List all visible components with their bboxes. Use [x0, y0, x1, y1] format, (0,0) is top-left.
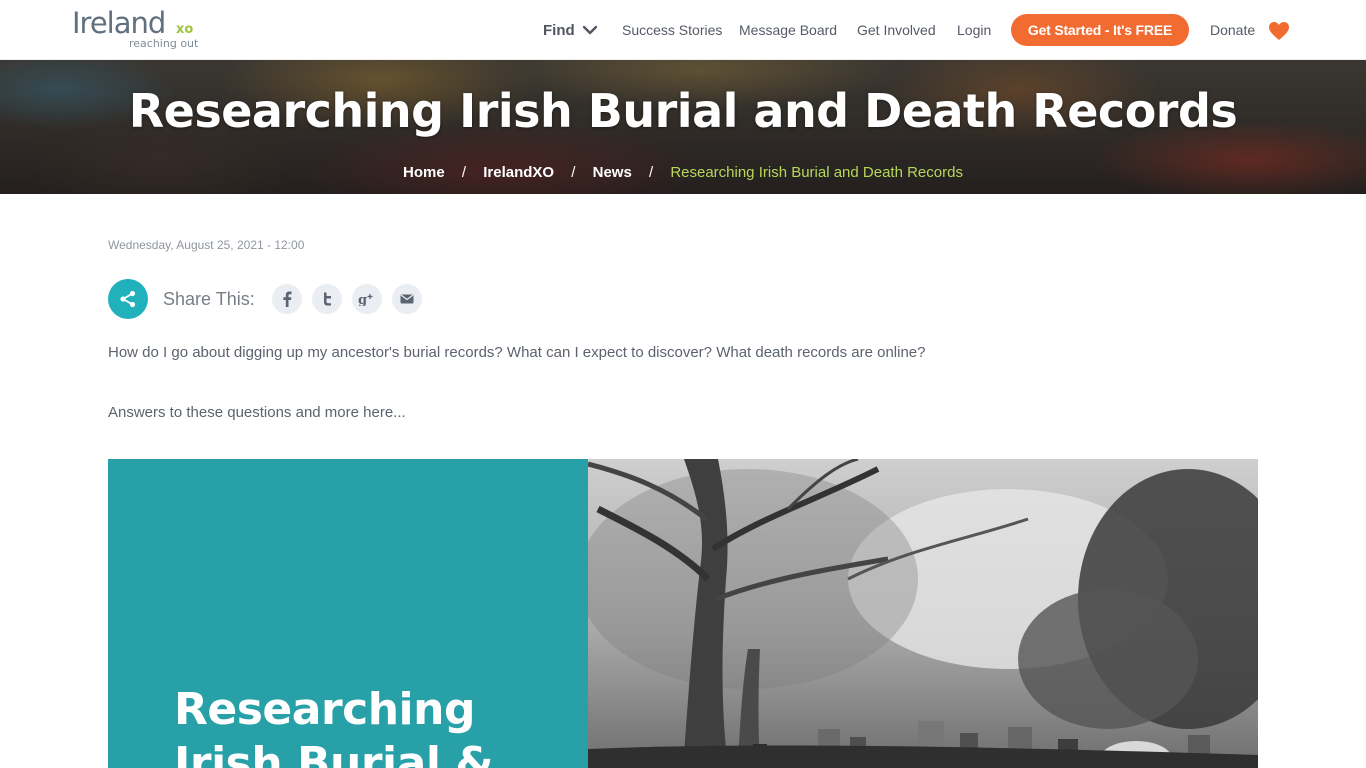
site-header: Ireland xo reaching out Find Success Sto…	[0, 0, 1366, 60]
chevron-down-icon	[582, 23, 597, 37]
nav-donate[interactable]: Donate	[1210, 0, 1255, 60]
feature-image-heading: Researching Irish Burial &	[174, 683, 494, 768]
logo-tagline: reaching out	[129, 37, 199, 50]
nav-message-board[interactable]: Message Board	[739, 0, 837, 60]
article-paragraph: How do I go about digging up my ancestor…	[108, 344, 926, 361]
share-icon[interactable]	[108, 279, 148, 319]
page-title: Researching Irish Burial and Death Recor…	[128, 84, 1238, 138]
feature-teal-panel: Researching Irish Burial &	[108, 459, 588, 768]
share-label: Share This:	[163, 289, 255, 309]
google-plus-icon[interactable]: g	[352, 284, 382, 314]
breadcrumb: Home / IrelandXO / News / Researching Ir…	[0, 164, 1366, 181]
logo-wordmark: Ireland	[72, 6, 166, 40]
get-started-button[interactable]: Get Started - It's FREE	[1011, 14, 1189, 46]
nav-success-stories[interactable]: Success Stories	[622, 0, 722, 60]
nav-get-involved[interactable]: Get Involved	[857, 0, 936, 60]
breadcrumb-separator: /	[648, 164, 654, 181]
breadcrumb-separator: /	[461, 164, 467, 181]
twitter-icon[interactable]	[312, 284, 342, 314]
graveyard-photo	[578, 459, 1258, 768]
breadcrumb-current: Researching Irish Burial and Death Recor…	[670, 164, 963, 181]
breadcrumb-news[interactable]: News	[593, 164, 632, 181]
nav-login[interactable]: Login	[957, 0, 991, 60]
nav-find-label: Find	[543, 21, 575, 39]
logo-xo: xo	[176, 22, 194, 37]
hero-banner: Researching Irish Burial and Death Recor…	[0, 60, 1366, 194]
nav-find[interactable]: Find	[543, 0, 597, 60]
breadcrumb-irelandxo[interactable]: IrelandXO	[483, 164, 554, 181]
article-date: Wednesday, August 25, 2021 - 12:00	[108, 238, 305, 252]
svg-text:g: g	[358, 293, 367, 306]
heart-icon[interactable]	[1268, 21, 1290, 41]
feature-heading-line2: Irish Burial &	[174, 738, 494, 768]
email-icon[interactable]	[392, 284, 422, 314]
feature-heading-line1: Researching	[174, 684, 475, 735]
site-logo[interactable]: Ireland xo reaching out	[72, 6, 212, 54]
facebook-icon[interactable]	[272, 284, 302, 314]
breadcrumb-home[interactable]: Home	[403, 164, 445, 181]
feature-image: Researching Irish Burial &	[108, 459, 1258, 768]
article-paragraph: Answers to these questions and more here…	[108, 404, 406, 421]
breadcrumb-separator: /	[571, 164, 576, 181]
